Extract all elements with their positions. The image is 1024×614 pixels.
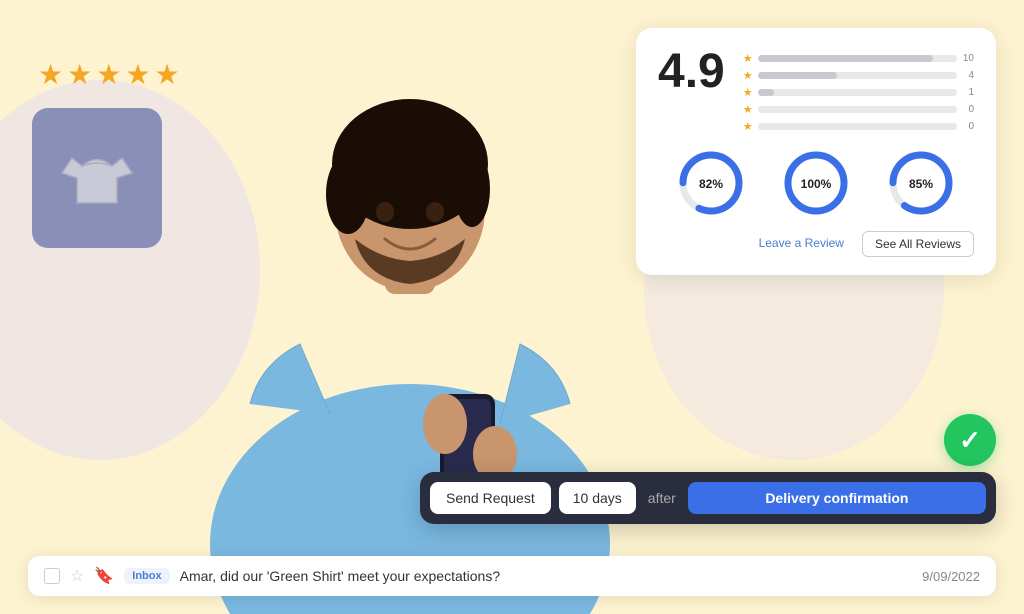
- bar-fill: [758, 55, 933, 62]
- bar-row: ★ 0: [743, 120, 974, 133]
- bar-star: ★: [743, 69, 753, 82]
- bar-fill: [758, 89, 774, 96]
- overall-rating: 4.9: [658, 48, 725, 96]
- bar-bg: [758, 72, 957, 79]
- person-illustration: [200, 24, 620, 614]
- donut-chart: 85%: [887, 149, 955, 217]
- email-row: ☆ 🔖 Inbox Amar, did our 'Green Shirt' me…: [28, 556, 996, 596]
- bar-star: ★: [743, 103, 753, 116]
- donut-wrap: 82%: [677, 149, 745, 217]
- checkmark-icon: ✓: [959, 427, 981, 453]
- svg-text:82%: 82%: [699, 177, 723, 191]
- bar-num: 0: [962, 121, 974, 132]
- stars-row: ★ ★ ★ ★ ★: [38, 58, 180, 91]
- see-all-reviews-button[interactable]: See All Reviews: [862, 231, 974, 257]
- star-1: ★: [38, 58, 63, 91]
- after-label: after: [644, 490, 680, 506]
- email-subject: Amar, did our 'Green Shirt' meet your ex…: [180, 568, 913, 584]
- star-3: ★: [96, 58, 121, 91]
- bar-num: 10: [962, 53, 974, 64]
- svg-text:85%: 85%: [909, 177, 933, 191]
- donut-chart: 82%: [677, 149, 745, 217]
- bar-star: ★: [743, 120, 753, 133]
- bar-bg: [758, 106, 957, 113]
- automation-bar: Send Request 10 days after Delivery conf…: [420, 472, 996, 524]
- delivery-confirmation-button[interactable]: Delivery confirmation: [688, 482, 986, 514]
- email-date: 9/09/2022: [922, 569, 980, 584]
- donut-wrap: 100%: [782, 149, 850, 217]
- svg-text:100%: 100%: [801, 177, 832, 191]
- bar-num: 4: [962, 70, 974, 81]
- email-star-icon[interactable]: ☆: [70, 566, 84, 586]
- bar-fill: [758, 72, 838, 79]
- reviews-card: 4.9 ★ 10 ★ 4 ★ 1 ★ 0: [636, 28, 996, 275]
- donut-chart: 100%: [782, 149, 850, 217]
- star-4: ★: [125, 58, 150, 91]
- donut-wrap: 85%: [887, 149, 955, 217]
- bar-row: ★ 1: [743, 86, 974, 99]
- bar-bg: [758, 89, 957, 96]
- check-badge: ✓: [944, 414, 996, 466]
- leave-review-link[interactable]: Leave a Review: [751, 231, 852, 257]
- send-request-button[interactable]: Send Request: [430, 482, 551, 514]
- donut-row: 82% 100% 85%: [658, 149, 974, 217]
- bar-row: ★ 0: [743, 103, 974, 116]
- bar-star: ★: [743, 52, 753, 65]
- bar-num: 1: [962, 87, 974, 98]
- tshirt-icon: [57, 138, 137, 218]
- reviews-header: 4.9 ★ 10 ★ 4 ★ 1 ★ 0: [658, 48, 974, 133]
- inbox-badge: Inbox: [124, 568, 169, 584]
- days-selector[interactable]: 10 days: [559, 482, 636, 514]
- email-bookmark-icon[interactable]: 🔖: [94, 566, 114, 586]
- bar-row: ★ 4: [743, 69, 974, 82]
- star-2: ★: [67, 58, 92, 91]
- bar-star: ★: [743, 86, 753, 99]
- reviews-buttons[interactable]: Leave a Review See All Reviews: [658, 231, 974, 257]
- bar-bg: [758, 123, 957, 130]
- email-checkbox[interactable]: [44, 568, 60, 584]
- rating-bars: ★ 10 ★ 4 ★ 1 ★ 0 ★: [743, 52, 974, 133]
- bar-num: 0: [962, 104, 974, 115]
- bar-row: ★ 10: [743, 52, 974, 65]
- product-card: [32, 108, 162, 248]
- bar-bg: [758, 55, 957, 62]
